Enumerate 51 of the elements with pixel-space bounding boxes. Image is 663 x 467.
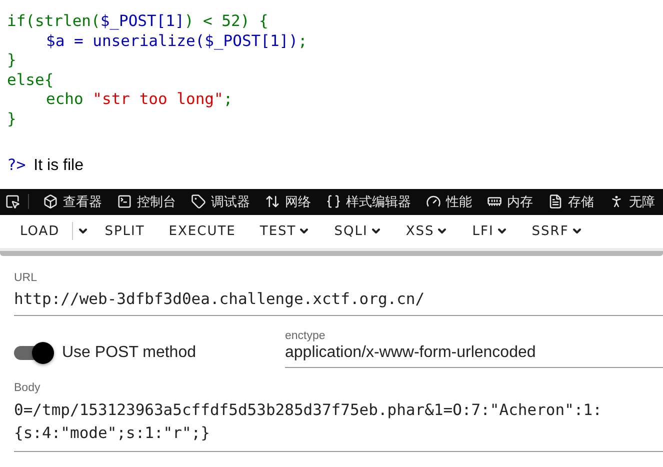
- braces-icon: [326, 194, 341, 210]
- tab-label: 存储: [568, 192, 594, 211]
- code-line: }: [7, 51, 18, 71]
- body-field[interactable]: 0=/tmp/153123963a5cffdf5d53b285d37f75eb.phar&1=O:7:"Acheron":1:{s:4:"mode";s:1:"r";}: [14, 394, 663, 452]
- code-line: else{: [7, 70, 55, 90]
- load-button[interactable]: LOAD: [8, 216, 72, 246]
- menu-button[interactable]: LFI: [460, 216, 520, 246]
- tab-label: 调试器: [211, 192, 250, 211]
- person-icon: [609, 194, 624, 210]
- tab-label: 样式编辑器: [346, 192, 411, 211]
- tab-label: 性能: [446, 192, 472, 211]
- tab-label: 网络: [285, 192, 311, 211]
- devtools-tab[interactable]: 样式编辑器: [320, 192, 420, 211]
- tab-label: 控制台: [137, 192, 176, 211]
- code-line: if(strlen($_POST[1]) < 52) {: [7, 12, 270, 32]
- code-line: $a = unserialize($_POST[1]);: [45, 32, 308, 52]
- menu-button[interactable]: XSS: [394, 216, 460, 246]
- gauge-icon: [426, 194, 441, 210]
- pointer-icon: [5, 194, 20, 210]
- devtools-tab[interactable]: 内存: [481, 192, 542, 211]
- field-label: Body: [14, 382, 42, 394]
- php-closing-tag: ?>: [7, 156, 26, 174]
- output-text: It is file: [34, 156, 84, 175]
- tag-icon: [191, 194, 206, 210]
- devtools-tab[interactable]: 性能: [420, 192, 481, 211]
- terminal-icon: [117, 194, 132, 210]
- box-icon: [43, 194, 58, 210]
- toolbar-button[interactable]: EXECUTE: [156, 216, 248, 246]
- tab-label: 查看器: [63, 192, 102, 211]
- tab-label: 无障: [629, 192, 655, 211]
- devtools-tab[interactable]: 网络: [259, 192, 320, 211]
- code-line: echo "str too long";: [45, 90, 234, 110]
- code-line: }: [7, 110, 18, 130]
- devtools-tab[interactable]: 无障: [603, 192, 663, 211]
- picker-button[interactable]: [5, 194, 29, 210]
- devtools-tab[interactable]: 控制台: [111, 192, 185, 211]
- tab-label: 内存: [507, 192, 533, 211]
- switch-label: Use POST method: [62, 344, 196, 362]
- menu-button[interactable]: TEST: [248, 216, 322, 246]
- devtools-tab[interactable]: 查看器: [37, 192, 111, 211]
- url-field[interactable]: http://web-3dfbf3d0ea.challenge.xctf.org.cn/: [14, 284, 663, 316]
- field-label: enctype: [285, 330, 326, 342]
- arrows-icon: [265, 194, 280, 210]
- enctype-field[interactable]: application/x-www-form-urlencoded: [285, 342, 663, 368]
- devtools-tab[interactable]: 调试器: [185, 192, 259, 211]
- document-icon: [548, 194, 563, 210]
- menu-button[interactable]: SSRF: [520, 216, 595, 246]
- field-label: URL: [14, 272, 38, 284]
- devtools-tab[interactable]: 存储: [542, 192, 603, 211]
- toolbar-button[interactable]: SPLIT: [92, 216, 157, 246]
- menu-button[interactable]: SQLI: [322, 216, 394, 246]
